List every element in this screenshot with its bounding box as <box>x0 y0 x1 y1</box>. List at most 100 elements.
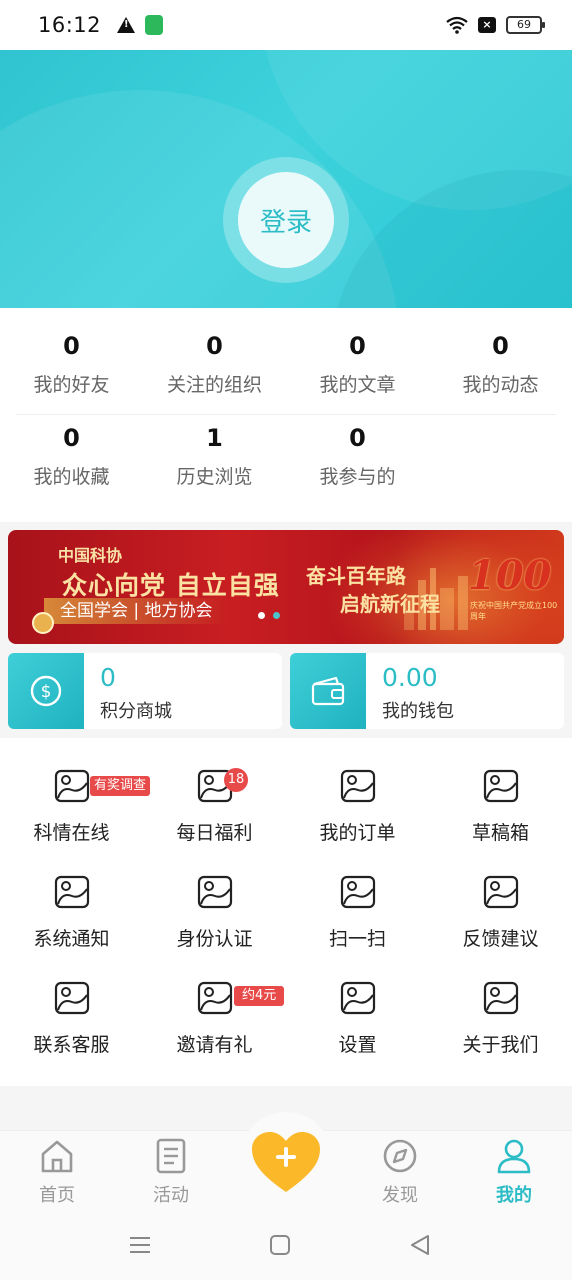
image-placeholder-icon <box>483 981 519 1015</box>
menu-item-settings[interactable]: 设置 <box>286 950 429 1056</box>
stat-value: 0 <box>492 332 509 360</box>
compass-icon <box>383 1139 417 1173</box>
stat-followed-orgs[interactable]: 0 关注的组织 <box>143 328 286 418</box>
menu-item-invite[interactable]: 约4元 邀请有礼 <box>143 950 286 1056</box>
stat-participated[interactable]: 0 我参与的 <box>286 420 429 510</box>
stat-history[interactable]: 1 历史浏览 <box>143 420 286 510</box>
stat-label: 我的收藏 <box>33 466 110 488</box>
system-nav-bar <box>0 1210 572 1280</box>
no-sim-icon: × <box>478 17 496 33</box>
reward-tag: 约4元 <box>234 986 285 1006</box>
stat-friends[interactable]: 0 我的好友 <box>0 328 143 418</box>
back-icon[interactable] <box>408 1234 432 1256</box>
menu-label: 每日福利 <box>176 822 253 844</box>
menu-label: 联系客服 <box>33 1034 110 1056</box>
tab-mine[interactable]: 我的 <box>457 1131 571 1211</box>
tab-home[interactable]: 首页 <box>0 1131 114 1211</box>
battery-icon: 69 <box>506 16 545 34</box>
home-button-icon[interactable] <box>268 1234 292 1256</box>
stats-panel: 0 我的好友 0 关注的组织 0 我的文章 0 我的动态 0 我的收藏 1 历史… <box>0 308 572 522</box>
menu-item-system-notice[interactable]: 系统通知 <box>0 844 143 950</box>
menu-item-my-orders[interactable]: 我的订单 <box>286 738 429 844</box>
home-icon <box>41 1140 73 1173</box>
heart-plus-icon[interactable] <box>250 1130 322 1194</box>
stat-favorites[interactable]: 0 我的收藏 <box>0 420 143 510</box>
carousel-dots <box>258 612 280 619</box>
menu-label: 身份认证 <box>176 928 253 950</box>
image-placeholder-icon <box>340 875 376 909</box>
tab-label: 发现 <box>382 1185 418 1206</box>
menu-label: 扫一扫 <box>328 928 386 950</box>
wallet-card[interactable]: 0.00 我的钱包 <box>290 653 564 729</box>
stat-value: 0 <box>63 424 80 452</box>
status-bar: 16:12 × 69 <box>0 0 572 50</box>
login-button[interactable]: 登录 <box>238 172 334 268</box>
coin-icon: $ <box>30 675 62 707</box>
menu-item-scan[interactable]: 扫一扫 <box>286 844 429 950</box>
stat-articles[interactable]: 0 我的文章 <box>286 328 429 418</box>
stat-value: 0 <box>349 424 366 452</box>
menu-item-about-us[interactable]: 关于我们 <box>429 950 572 1056</box>
menu-label: 设置 <box>338 1034 377 1056</box>
menu-label: 草稿箱 <box>471 822 529 844</box>
count-badge: 18 <box>224 768 248 792</box>
menu-label: 反馈建议 <box>462 928 539 950</box>
wifi-icon <box>446 16 468 34</box>
divider <box>16 414 556 415</box>
party-emblem-icon <box>32 612 54 634</box>
menu-label: 我的订单 <box>319 822 396 844</box>
survey-tag: 有奖调查 <box>90 776 151 796</box>
promo-slogan: 众心向党 自立自强 <box>62 571 280 600</box>
stat-label: 关注的组织 <box>166 374 262 396</box>
image-placeholder-icon <box>483 875 519 909</box>
menu-icon[interactable] <box>128 1234 152 1256</box>
menu-item-customer-service[interactable]: 联系客服 <box>0 950 143 1056</box>
anniversary-caption: 庆祝中国共产党成立100周年 <box>470 601 558 621</box>
menu-item-daily-benefits[interactable]: 18 每日福利 <box>143 738 286 844</box>
menu-item-identity-verify[interactable]: 身份认证 <box>143 844 286 950</box>
points-value: 0 <box>100 663 116 692</box>
image-placeholder-icon <box>483 769 519 803</box>
stat-value: 0 <box>206 332 223 360</box>
document-icon <box>156 1138 186 1174</box>
promo-org: 中国科协 <box>58 546 123 565</box>
app-notification-icon <box>145 15 164 35</box>
tab-label: 首页 <box>39 1185 75 1206</box>
stat-label: 我的好友 <box>33 374 110 396</box>
promo-banner[interactable]: 中国科协 众心向党 自立自强 奋斗百年路 启航新征程 全国学会 | 地方协会 1… <box>8 530 564 644</box>
stat-value: 0 <box>349 332 366 360</box>
image-placeholder-icon <box>197 875 233 909</box>
svg-text:$: $ <box>41 682 52 702</box>
stat-label: 历史浏览 <box>176 466 253 488</box>
menu-item-feedback[interactable]: 反馈建议 <box>429 844 572 950</box>
menu-item-science-online[interactable]: 有奖调查 科情在线 <box>0 738 151 844</box>
points-mall-card[interactable]: $ 0 积分商城 <box>8 653 282 729</box>
anniversary-logo: 100 <box>468 552 552 599</box>
image-placeholder-icon <box>54 981 90 1015</box>
tab-activity[interactable]: 活动 <box>114 1131 228 1211</box>
menu-label: 邀请有礼 <box>176 1034 253 1056</box>
profile-header: 登录 <box>0 50 572 308</box>
image-placeholder-icon <box>54 769 90 803</box>
menu-label: 科情在线 <box>33 822 110 844</box>
stat-value: 0 <box>63 332 80 360</box>
carousel-dot-active[interactable] <box>273 612 280 619</box>
stat-label: 我参与的 <box>319 466 396 488</box>
status-time: 16:12 <box>38 13 102 37</box>
stat-value: 1 <box>206 424 223 452</box>
wallet-label: 我的钱包 <box>382 701 454 722</box>
promo-slogan: 奋斗百年路 <box>306 564 406 588</box>
login-ring: 登录 <box>223 157 349 283</box>
menu-item-drafts[interactable]: 草稿箱 <box>429 738 572 844</box>
points-label: 积分商城 <box>100 701 172 722</box>
user-icon <box>497 1139 531 1174</box>
stat-posts[interactable]: 0 我的动态 <box>429 328 572 418</box>
image-placeholder-icon <box>54 875 90 909</box>
warning-icon <box>117 17 136 33</box>
image-placeholder-icon <box>340 981 376 1015</box>
tab-discover[interactable]: 发现 <box>343 1131 457 1211</box>
promo-subtitle: 全国学会 | 地方协会 <box>44 598 227 624</box>
carousel-dot[interactable] <box>258 612 265 619</box>
menu-label: 关于我们 <box>462 1034 539 1056</box>
promo-slogan: 启航新征程 <box>340 592 440 616</box>
